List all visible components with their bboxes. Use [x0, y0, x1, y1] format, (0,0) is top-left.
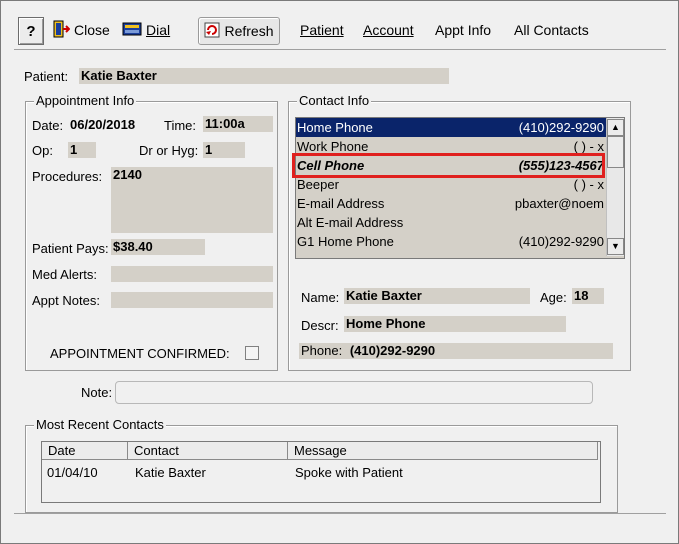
- menu-patient[interactable]: Patient: [300, 17, 344, 43]
- contact-window: ? Close Dial Refresh Patient Account App…: [0, 0, 679, 544]
- contact-row-email[interactable]: E-mail Address pbaxter@noem: [296, 194, 606, 213]
- phone-row: Phone: (410)292-9290: [299, 343, 613, 359]
- contact-name-field: Katie Baxter: [344, 288, 530, 304]
- menu-appt-info[interactable]: Appt Info: [435, 17, 491, 43]
- patient-pays-field: $38.40: [111, 239, 205, 255]
- date-field: 06/20/2018: [70, 117, 136, 132]
- phone-dial-icon: [122, 21, 142, 40]
- patient-label: Patient:: [24, 69, 69, 84]
- descr-label: Descr:: [301, 318, 339, 333]
- contact-info-legend: Contact Info: [297, 93, 372, 108]
- procedures-label: Procedures:: [32, 169, 103, 184]
- appt-notes-field: [111, 292, 273, 308]
- recent-contacts-legend: Most Recent Contacts: [34, 417, 166, 432]
- refresh-icon: [204, 22, 220, 41]
- phone-label: Phone:: [301, 343, 343, 358]
- appt-notes-label: Appt Notes:: [32, 293, 100, 308]
- close-button[interactable]: Close: [52, 17, 110, 43]
- row-date: 01/04/10: [47, 465, 98, 480]
- status-divider: [14, 513, 666, 514]
- refresh-button[interactable]: Refresh: [198, 17, 280, 45]
- time-label: Time:: [164, 118, 197, 133]
- age-field: 18: [572, 288, 604, 304]
- appointment-info-legend: Appointment Info: [34, 93, 137, 108]
- column-header-contact[interactable]: Contact: [128, 442, 288, 460]
- time-field: 11:00a: [203, 116, 273, 132]
- menu-account[interactable]: Account: [363, 17, 414, 43]
- door-exit-icon: [52, 20, 71, 41]
- recent-contacts-table[interactable]: Date Contact Message 01/04/10 Katie Baxt…: [41, 441, 601, 503]
- patient-pays-label: Patient Pays:: [32, 241, 109, 256]
- contact-row-alt-email[interactable]: Alt E-mail Address: [296, 213, 606, 232]
- note-label: Note:: [81, 385, 113, 400]
- med-alerts-field: [111, 266, 273, 282]
- column-header-date[interactable]: Date: [42, 442, 128, 460]
- date-label: Date:: [32, 118, 64, 133]
- contact-list[interactable]: Home Phone (410)292-9290 Work Phone( ) - …: [295, 117, 625, 259]
- contact-row-g1-home-phone[interactable]: G1 Home Phone (410)292-9290: [296, 232, 606, 251]
- scroll-thumb[interactable]: [607, 136, 624, 168]
- procedures-field: 2140: [111, 167, 273, 233]
- contact-row-home-phone[interactable]: Home Phone (410)292-9290: [296, 118, 606, 137]
- appointment-confirmed-checkbox[interactable]: [245, 346, 259, 360]
- age-label: Age:: [540, 290, 567, 305]
- contact-list-scrollbar[interactable]: ▲ ▼: [606, 118, 624, 256]
- patient-name-field: Katie Baxter: [79, 68, 449, 84]
- help-button[interactable]: ?: [18, 17, 44, 45]
- note-input[interactable]: [115, 381, 593, 404]
- dr-hyg-label: Dr or Hyg:: [139, 143, 199, 158]
- scroll-down-icon[interactable]: ▼: [607, 238, 624, 255]
- cell-phone-highlight: [292, 153, 605, 178]
- op-label: Op:: [32, 143, 53, 158]
- menu-all-contacts[interactable]: All Contacts: [514, 17, 589, 43]
- descr-field: Home Phone: [344, 316, 566, 332]
- row-message: Spoke with Patient: [295, 465, 403, 480]
- appointment-confirmed-label: APPOINTMENT CONFIRMED:: [50, 346, 230, 361]
- column-header-message[interactable]: Message: [288, 442, 598, 460]
- op-field: 1: [68, 142, 96, 158]
- row-contact: Katie Baxter: [135, 465, 206, 480]
- scroll-up-icon[interactable]: ▲: [607, 119, 624, 136]
- toolbar: ? Close Dial Refresh Patient Account App…: [14, 13, 666, 50]
- phone-value: (410)292-9290: [349, 343, 436, 358]
- med-alerts-label: Med Alerts:: [32, 267, 98, 282]
- dial-button[interactable]: Dial: [122, 17, 170, 43]
- dr-hyg-field: 1: [203, 142, 245, 158]
- contact-name-label: Name:: [301, 290, 340, 305]
